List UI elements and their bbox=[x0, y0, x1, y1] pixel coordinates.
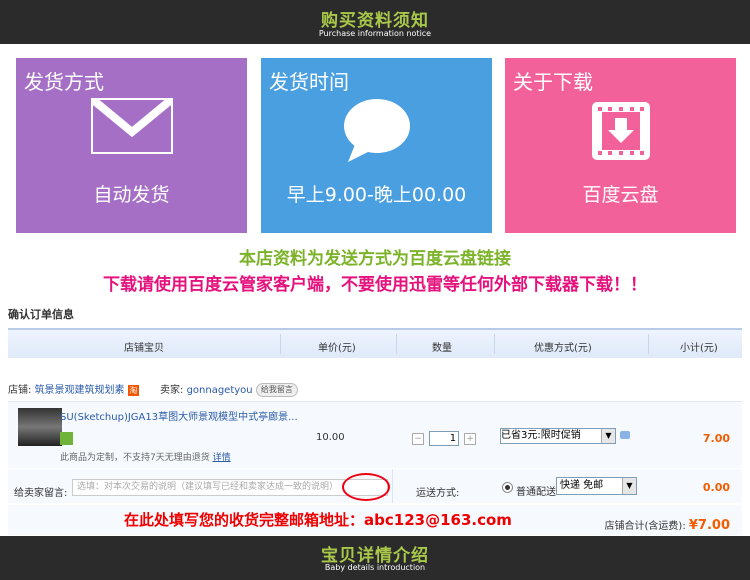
details-link[interactable]: 详情 bbox=[213, 453, 231, 463]
notice-line-1: 本店资料为发送方式为百度云盘链接 bbox=[239, 249, 511, 269]
shop-info: 店铺: 筑景景观建筑规划素 淘 bbox=[8, 381, 139, 396]
card-body: 自动发货 bbox=[93, 184, 170, 206]
card-delivery-method: 发货方式 自动发货 bbox=[16, 58, 247, 233]
shop-link[interactable]: 筑景景观建筑规划素 bbox=[35, 385, 125, 396]
shipping-label: 运送方式: bbox=[416, 488, 460, 499]
seller-message-input[interactable]: 选填：对本次交易的说明（建议填写已经和卖家达成一致的说明） bbox=[72, 479, 388, 496]
custom-item-note: 此商品为定制，不支持7天无理由退货 详情 bbox=[60, 450, 231, 463]
column-divider bbox=[392, 469, 393, 503]
shipping-select[interactable]: 快递 免邮 ▼ bbox=[556, 477, 637, 495]
column-header-subtotal: 小计(元) bbox=[680, 343, 718, 354]
chevron-down-icon: ▼ bbox=[601, 429, 615, 443]
order-item-row: SU(Sketchup)JGA13草图大师景观模型中式亭廊景... 此商品为定制… bbox=[8, 401, 742, 468]
card-about-download: 关于下载 百度云盘 bbox=[505, 58, 736, 233]
order-total-row: 在此处填写您的收货完整邮箱地址：abc123@163.com 店铺合计(含运费)… bbox=[8, 505, 742, 535]
card-heading: 发货时间 bbox=[269, 70, 349, 94]
quantity-stepper: − 1 + bbox=[412, 428, 477, 447]
column-header-discount: 优惠方式(元) bbox=[534, 343, 592, 354]
column-divider bbox=[396, 334, 397, 354]
bottom-banner: 宝贝详情介绍 Baby details introduction bbox=[0, 536, 750, 580]
message-seller-button[interactable]: 给我留言 bbox=[255, 383, 298, 397]
guarantee-badge-icon bbox=[60, 432, 73, 445]
banner-subtitle: Baby details introduction bbox=[324, 563, 426, 572]
item-subtotal: 7.00 bbox=[702, 432, 730, 445]
unit-price: 10.00 bbox=[316, 432, 345, 443]
card-body: 早上9.00-晚上00.00 bbox=[286, 184, 467, 206]
order-table-header: 店铺宝贝 单价(元) 数量 优惠方式(元) 小计(元) bbox=[8, 328, 742, 358]
custom-item-note-text: 此商品为定制，不支持7天无理由退货 bbox=[60, 453, 210, 463]
shipping-option-label: 普通配送 bbox=[516, 487, 556, 498]
annotation-circle bbox=[342, 473, 390, 501]
speech-bubble-icon bbox=[342, 98, 412, 168]
notice-line-2: 下载请使用百度云管家客户端，不要使用迅雷等任何外部下载器下载！！ bbox=[103, 275, 647, 295]
product-name-link[interactable]: SU(Sketchup)JGA13草图大师景观模型中式亭廊景... bbox=[60, 408, 298, 423]
product-thumbnail[interactable] bbox=[18, 408, 62, 446]
column-divider bbox=[280, 334, 281, 354]
download-icon bbox=[588, 98, 654, 168]
shop-total: 店铺合计(含运费): ¥7.00 bbox=[605, 517, 730, 533]
seller-label: 卖家: bbox=[160, 385, 184, 396]
banner-subtitle: Purchase information notice bbox=[318, 29, 432, 38]
email-instruction: 在此处填写您的收货完整邮箱地址：abc123@163.com bbox=[124, 511, 512, 529]
discount-select[interactable]: 已省3元:限时促销 ▼ bbox=[500, 428, 616, 444]
column-divider bbox=[648, 334, 649, 354]
total-label: 店铺合计(含运费): bbox=[604, 521, 686, 532]
shipping-fee: 0.00 bbox=[702, 481, 730, 494]
discount-select-value: 已省3元:限时促销 bbox=[501, 430, 581, 441]
seller-info: 卖家: gonnagetyou 给我留言 bbox=[160, 381, 298, 397]
seller-message-label: 给卖家留言: bbox=[14, 488, 68, 499]
increase-quantity-button[interactable]: + bbox=[464, 432, 477, 445]
seller-message-row: 给卖家留言: 选填：对本次交易的说明（建议填写已经和卖家达成一致的说明） 运送方… bbox=[8, 469, 742, 503]
column-header-item: 店铺宝贝 bbox=[124, 343, 164, 354]
shop-label: 店铺: bbox=[8, 385, 32, 396]
top-banner: 购买资料须知 Purchase information notice bbox=[0, 0, 750, 44]
card-body: 百度云盘 bbox=[582, 184, 659, 206]
envelope-icon bbox=[88, 95, 175, 158]
card-heading: 关于下载 bbox=[513, 70, 593, 94]
banner-title: 购买资料须知 bbox=[321, 11, 429, 31]
column-divider bbox=[494, 334, 495, 354]
card-heading: 发货方式 bbox=[24, 70, 104, 94]
order-section-title: 确认订单信息 bbox=[8, 308, 74, 321]
column-header-price: 单价(元) bbox=[318, 343, 356, 354]
total-value: ¥7.00 bbox=[688, 518, 730, 533]
card-delivery-time: 发货时间 早上9.00-晚上00.00 bbox=[261, 58, 492, 233]
seller-id[interactable]: gonnagetyou bbox=[187, 385, 253, 396]
chevron-down-icon: ▼ bbox=[622, 478, 636, 494]
shipping-radio[interactable] bbox=[502, 482, 513, 493]
chat-icon[interactable] bbox=[620, 431, 630, 439]
column-header-quantity: 数量 bbox=[432, 343, 452, 354]
decrease-quantity-button[interactable]: − bbox=[412, 432, 424, 445]
shipping-select-value: 快递 免邮 bbox=[560, 480, 604, 491]
quantity-input[interactable]: 1 bbox=[429, 431, 460, 446]
taobao-icon: 淘 bbox=[127, 384, 139, 396]
